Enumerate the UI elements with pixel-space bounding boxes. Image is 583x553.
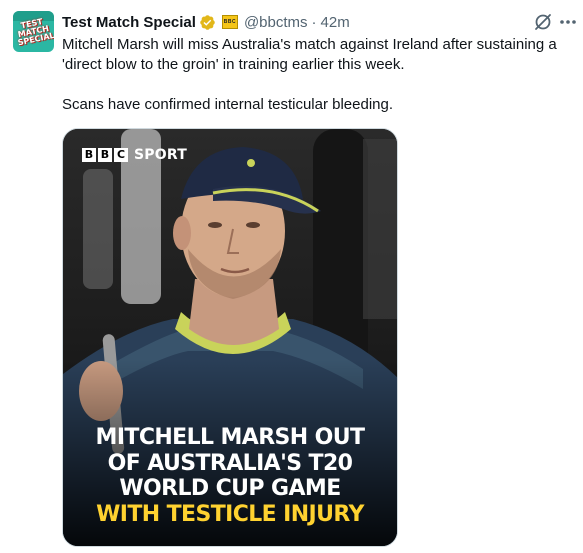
bbc-sport-logo: B B C SPORT xyxy=(82,147,187,163)
bbc-logo-letter: B xyxy=(98,148,112,162)
tweet-paragraph: Scans have confirmed internal testicular… xyxy=(62,96,394,113)
tweet-image[interactable]: B B C SPORT MITCHELL MARSH OUT OF AUSTRA… xyxy=(62,128,398,547)
avatar[interactable]: TEST MATCH SPECIAL xyxy=(13,11,54,52)
grok-icon[interactable] xyxy=(532,11,554,33)
bbc-logo-letter: B xyxy=(82,148,96,162)
tweet-paragraph: Mitchell Marsh will miss Australia's mat… xyxy=(62,36,557,73)
avatar-logo-text: TEST MATCH SPECIAL xyxy=(17,16,54,48)
tweet-header: Test Match Special BBC @bbctms · 42m xyxy=(62,11,350,33)
handle[interactable]: @bbctms xyxy=(244,14,308,31)
affiliate-badge[interactable]: BBC xyxy=(221,15,238,29)
tweet-text: Mitchell Marsh will miss Australia's mat… xyxy=(62,35,578,115)
timestamp[interactable]: 42m xyxy=(321,14,350,31)
bbc-logo-letter: C xyxy=(114,148,128,162)
verified-badge-icon[interactable] xyxy=(199,14,216,31)
more-options-icon[interactable] xyxy=(557,11,579,33)
separator-dot: · xyxy=(311,13,317,31)
bbc-sport-wordmark: SPORT xyxy=(134,147,187,163)
tweet[interactable]: TEST MATCH SPECIAL Test Match Special BB… xyxy=(0,0,583,553)
headline-line: MITCHELL MARSH OUT xyxy=(95,425,366,450)
headline-highlight: WITH TESTICLE INJURY xyxy=(96,501,364,527)
display-name[interactable]: Test Match Special xyxy=(62,14,196,31)
headline-line: OF AUSTRALIA'S T20 xyxy=(107,450,353,476)
image-headline: MITCHELL MARSH OUT OF AUSTRALIA'S T20 WO… xyxy=(63,425,397,527)
headline-line: WORLD CUP GAME xyxy=(119,476,341,501)
